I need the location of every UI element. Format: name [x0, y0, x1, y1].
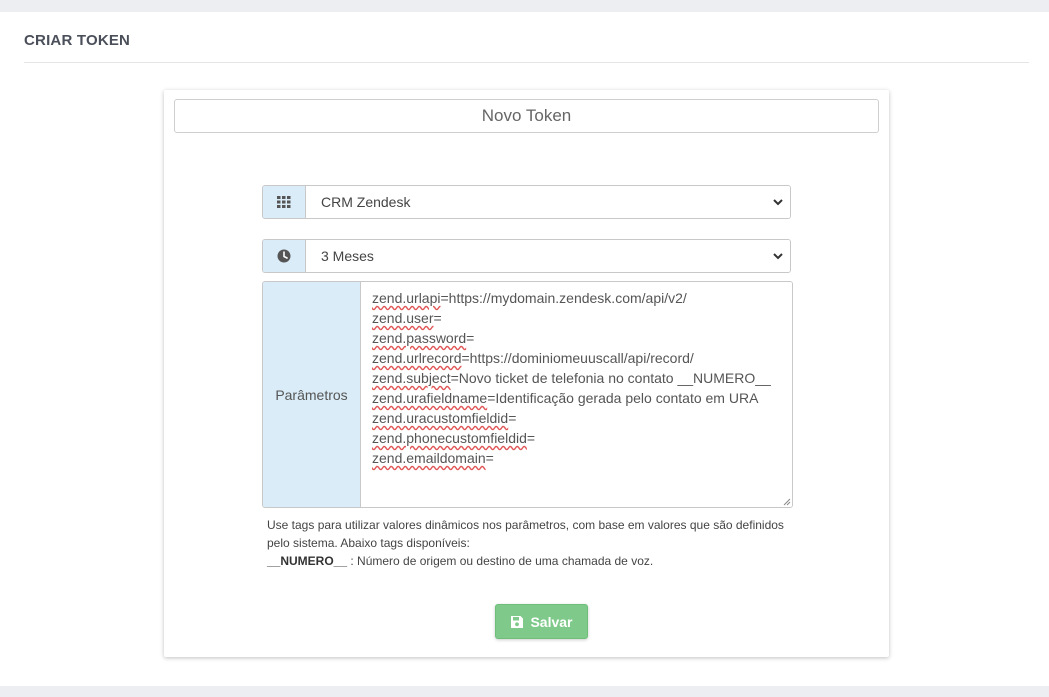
- save-button-label: Salvar: [530, 613, 573, 630]
- params-line: zend.phonecustomfieldid=: [372, 430, 536, 446]
- params-line: zend.password=: [372, 330, 475, 346]
- params-line: zend.urlapi=https://mydomain.zendesk.com…: [372, 290, 687, 306]
- save-icon: [511, 615, 524, 628]
- params-textarea[interactable]: zend.urlapi=https://mydomain.zendesk.com…: [361, 282, 792, 507]
- params-line: zend.urafieldname=Identificação gerada p…: [372, 390, 759, 406]
- bottom-shade: [0, 686, 1049, 697]
- params-group: Parâmetros zend.urlapi=https://mydomain.…: [262, 281, 793, 508]
- period-select-group[interactable]: 3 Meses: [262, 239, 791, 273]
- params-line: zend.emaildomain=: [372, 450, 494, 466]
- crm-select[interactable]: CRM Zendesk: [306, 186, 790, 218]
- crm-select-group[interactable]: CRM Zendesk: [262, 185, 791, 219]
- token-form-card: Novo Token CRM Zendesk 3 Meses Parâmetro…: [164, 90, 889, 657]
- params-line: zend.user=: [372, 310, 442, 326]
- params-label: Parâmetros: [263, 282, 361, 507]
- token-name-input[interactable]: Novo Token: [174, 99, 879, 133]
- help-line-1: Use tags para utilizar valores dinâmicos…: [267, 518, 784, 532]
- page-title: CRIAR TOKEN: [24, 32, 131, 49]
- params-line: zend.urlrecord=https://dominiomeuuscall/…: [372, 350, 694, 366]
- save-button[interactable]: Salvar: [495, 604, 588, 639]
- help-tag-desc: : Número de origem ou destino de uma cha…: [347, 554, 654, 568]
- resize-grip-icon[interactable]: [783, 498, 791, 506]
- clock-icon: [263, 240, 306, 272]
- chevron-down-icon: [773, 199, 783, 206]
- params-line: zend.subject=Novo ticket de telefonia no…: [372, 370, 771, 386]
- period-select[interactable]: 3 Meses: [306, 240, 790, 272]
- main-panel: CRIAR TOKEN Novo Token CRM Zendesk 3 Mes…: [0, 12, 1049, 686]
- chevron-down-icon: [773, 253, 783, 260]
- help-line-2: pelo sistema. Abaixo tags disponíveis:: [267, 536, 470, 550]
- params-line: zend.uracustomfieldid=: [372, 410, 517, 426]
- period-select-value: 3 Meses: [321, 248, 374, 264]
- help-text: Use tags para utilizar valores dinâmicos…: [267, 516, 807, 570]
- help-tag-line: __NUMERO__ : Número de origem ou destino…: [267, 552, 807, 570]
- grid-icon: [263, 186, 306, 218]
- help-tag: __NUMERO__: [267, 554, 348, 568]
- crm-select-value: CRM Zendesk: [321, 194, 411, 210]
- title-divider: [24, 62, 1029, 63]
- top-shade: [0, 0, 1049, 12]
